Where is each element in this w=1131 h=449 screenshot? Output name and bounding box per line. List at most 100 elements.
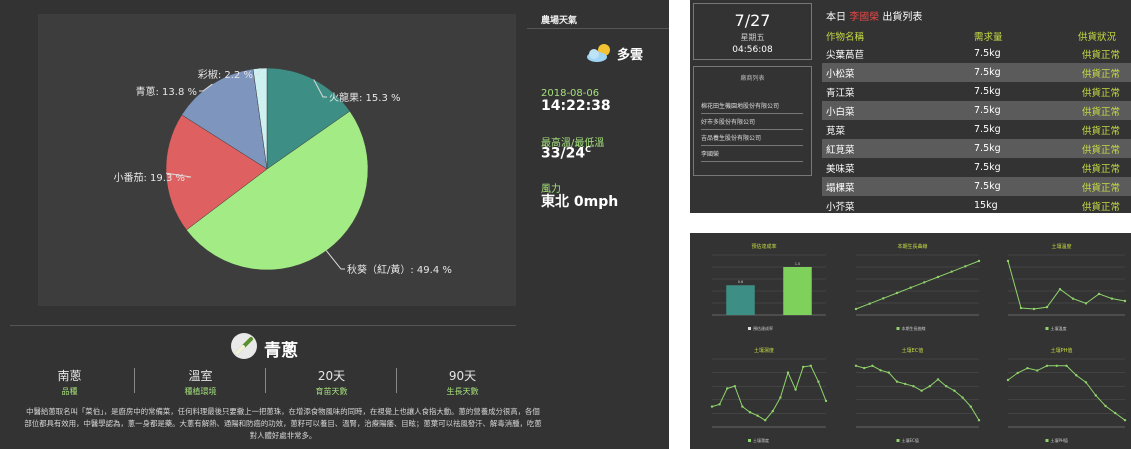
demand-cell: 7.5kg: [970, 101, 1078, 120]
col-status: 供貨狀況: [1078, 31, 1117, 43]
status-cell: 供貨正常: [1078, 139, 1131, 158]
table-row[interactable]: 尖葉萵苣 7.5kg 供貨正常: [822, 44, 1131, 63]
legend-label: 土壤濕度: [753, 437, 769, 443]
clock-box: 7/27 星期五 04:56:08: [693, 3, 812, 60]
data-point: [1075, 374, 1078, 377]
demand-cell: 7.5kg: [970, 139, 1078, 158]
data-point: [895, 291, 899, 295]
data-point: [748, 411, 752, 414]
data-point: [904, 382, 907, 386]
data-point: [964, 265, 967, 268]
status-cell: 供貨正常: [1078, 101, 1131, 120]
data-point: [1084, 381, 1088, 384]
chart-title: 土壤濕度: [754, 347, 774, 354]
series-line: [855, 260, 980, 310]
legend-label: 本期生長曲線: [902, 325, 926, 331]
status-cell: 供貨正常: [1082, 163, 1121, 175]
data-point: [961, 396, 964, 399]
crop-name-cell: 莧菜: [826, 125, 846, 137]
temp-value: 33/24C: [541, 145, 591, 162]
crop-dashboard-panel: 火龍果: 15.3 % 秋葵（紅/黃）: 49.4 % 小番茄: 19.3 % 青蔥:…: [0, 0, 669, 449]
stat-variety: 南蔥 品種: [57, 369, 82, 396]
data-point: [977, 419, 981, 422]
table-row[interactable]: 美味菜 7.5kg 供貨正常: [822, 158, 1131, 177]
status-cell: 供貨正常: [1082, 49, 1121, 61]
data-point: [824, 399, 828, 403]
data-point: [854, 364, 858, 367]
demand-cell: 7.5kg: [974, 86, 1001, 97]
status-cell: 供貨正常: [1082, 87, 1121, 99]
crop-name-cell: 青江菜: [826, 87, 855, 99]
shipping-title: 本日 李國榮 出貨列表: [826, 12, 923, 23]
clock-weekday: 星期五: [740, 33, 765, 42]
legend-swatch: [1045, 439, 1049, 442]
data-point: [923, 281, 926, 284]
legend-swatch: [896, 327, 900, 330]
crop-name-cell: 紅莧菜: [822, 139, 970, 158]
chart-title: 預估達成率: [751, 243, 776, 250]
data-point: [726, 387, 729, 390]
data-point: [1019, 306, 1023, 310]
pie-label: 青蔥: 13.8 %: [136, 85, 198, 98]
table-row[interactable]: 紅莧菜 7.5kg 供貨正常: [822, 139, 1131, 158]
data-point: [809, 364, 812, 367]
demand-cell: 7.5kg: [974, 48, 1001, 59]
pie-label: 火龍果: 15.3 %: [329, 91, 401, 104]
vendor-item[interactable]: 李國榮: [701, 149, 803, 162]
data-point: [936, 275, 940, 279]
legend-label: 土壤EC值: [902, 437, 919, 443]
data-point: [786, 371, 790, 374]
demand-cell: 7.5kg: [974, 162, 1001, 173]
legend-swatch: [748, 327, 751, 330]
status-cell: 供貨正常: [1082, 201, 1121, 213]
data-point: [871, 364, 874, 367]
series-line: [1007, 260, 1126, 310]
table-row[interactable]: 莧菜 7.5kg 供貨正常: [822, 120, 1131, 139]
table-row[interactable]: 青江菜 7.5kg 供貨正常: [822, 82, 1131, 101]
vendor-item[interactable]: 好市多股份有限公司: [701, 117, 803, 130]
data-point: [1006, 259, 1010, 263]
wind-value: 東北 0mph: [541, 194, 619, 210]
bar-value-label: 0.6: [738, 280, 744, 284]
data-point: [756, 414, 759, 417]
data-point: [879, 369, 882, 372]
data-point: [1094, 394, 1097, 397]
data-point: [1055, 364, 1058, 367]
vendor-list-title: 廠商列表: [740, 75, 765, 82]
table-row[interactable]: 小白菜 7.5kg 供貨正常: [822, 101, 1131, 120]
clock-time: 04:56:08: [732, 45, 773, 55]
growth-curve-chart: 本期生長曲線 本期生長曲線: [840, 239, 985, 335]
status-cell: 供貨正常: [1078, 63, 1131, 82]
demand-cell: 7.5kg: [970, 177, 1078, 196]
soil-moisture-chart: 土壤濕度 土壤濕度: [696, 343, 832, 447]
weather-condition: 多雲: [617, 48, 644, 63]
data-point: [1071, 297, 1075, 300]
soil-temperature-chart: 土壤溫度 土壤溫度: [992, 239, 1131, 335]
soil-ph-chart: 土壤PH值 土壤PH值: [992, 343, 1131, 447]
data-point: [1016, 371, 1019, 375]
chart-bar: [783, 267, 812, 315]
series-line: [855, 365, 980, 421]
series-line: [1007, 365, 1126, 421]
weather-time: 14:22:38: [541, 98, 611, 114]
data-point: [1045, 305, 1049, 309]
data-point: [920, 389, 923, 392]
data-point: [1026, 366, 1029, 370]
data-point: [969, 405, 972, 408]
data-point: [764, 419, 767, 422]
data-point: [868, 302, 871, 305]
table-row[interactable]: 小芥菜 15kg 供貨正常: [822, 196, 1131, 215]
vendor-item[interactable]: 棉花田生機園地股份有限公司: [701, 101, 803, 114]
data-point: [1114, 411, 1117, 415]
data-point: [733, 385, 736, 388]
chart-title: 土壤溫度: [1051, 243, 1071, 250]
sensor-charts-panel: 預估達成率 0.6 1.0 預估達成率 本期生長曲線 本期生長曲線 土壤溫度 土壤溫度 土…: [690, 233, 1131, 449]
vendor-item[interactable]: 吉品養生股份有限公司: [701, 133, 803, 146]
table-row[interactable]: 小松菜 7.5kg 供貨正常: [822, 63, 1131, 82]
green-onion-icon: [231, 333, 257, 359]
data-point: [741, 405, 744, 408]
achievement-bar-chart: 預估達成率 0.6 1.0 預估達成率: [696, 239, 832, 335]
crop-name-cell: 美味菜: [826, 163, 855, 175]
table-row[interactable]: 塌棵菜 7.5kg 供貨正常: [822, 177, 1131, 196]
status-cell: 供貨正常: [1078, 177, 1131, 196]
